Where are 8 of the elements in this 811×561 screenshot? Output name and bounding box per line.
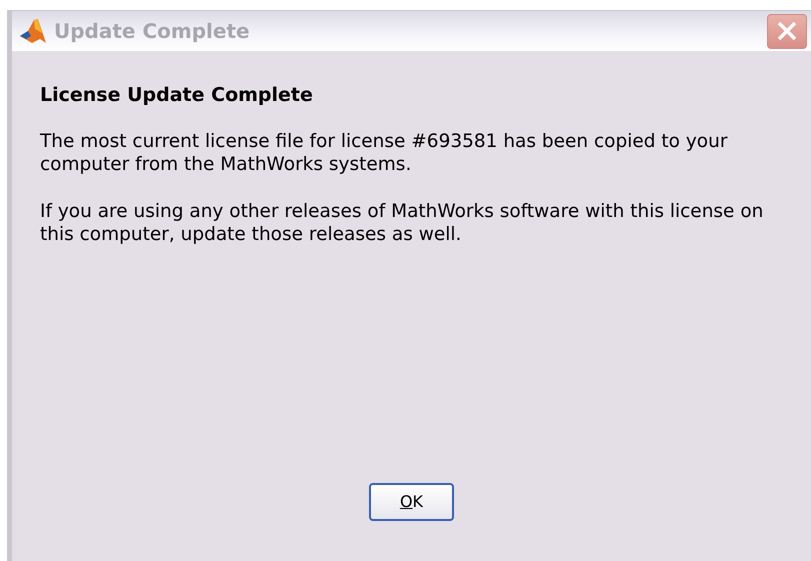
message-text: If you are using any other releases of MathWorks software with this license on this computer, update those releases as well. bbox=[40, 200, 764, 246]
close-icon bbox=[776, 20, 798, 42]
window-title: Update Complete bbox=[54, 18, 250, 45]
dialog-heading: License Update Complete bbox=[40, 83, 314, 108]
ok-button[interactable]: OK bbox=[369, 483, 454, 521]
close-button[interactable] bbox=[767, 14, 807, 48]
message-text: The most current license file for license #693581 has been copied to your computer from the MathWorks systems. bbox=[40, 130, 728, 176]
app-logo-icon bbox=[18, 17, 48, 45]
